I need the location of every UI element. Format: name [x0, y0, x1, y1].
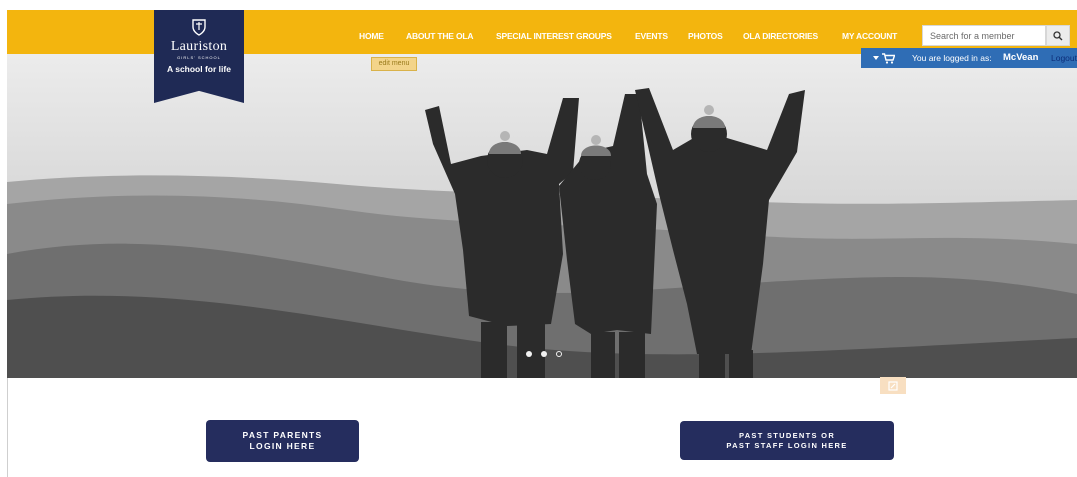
crest-icon — [192, 19, 206, 36]
search-button[interactable] — [1046, 25, 1070, 46]
cta-line: PAST PARENTS — [242, 430, 323, 440]
cta-line: PAST STUDENTS OR — [738, 430, 836, 440]
login-status-bar: You are logged in as: McVean Logout — [861, 48, 1077, 68]
slider-dot-2[interactable] — [541, 351, 547, 357]
page-left-border — [7, 378, 8, 477]
slider-dot-1[interactable] — [526, 351, 532, 357]
nav-item-home[interactable]: HOME — [359, 31, 384, 41]
past-parents-login-button[interactable]: PAST PARENTS LOGIN HERE — [206, 420, 359, 462]
logout-link[interactable]: Logout — [1051, 48, 1077, 68]
nav-item-photos[interactable]: PHOTOS — [688, 31, 723, 41]
cta-line: LOGIN HERE — [249, 441, 316, 451]
edit-menu-button[interactable]: edit menu — [371, 57, 417, 71]
school-logo[interactable]: Lauriston GIRLS' SCHOOL A school for lif… — [154, 10, 244, 103]
logged-in-label: You are logged in as: — [912, 53, 992, 63]
nav-item-directories[interactable]: OLA DIRECTORIES — [743, 31, 818, 41]
logged-in-username: McVean — [1003, 52, 1039, 63]
slider-pagination — [526, 351, 562, 357]
nav-item-events[interactable]: EVENTS — [635, 31, 668, 41]
caret-down-icon — [873, 56, 879, 60]
logo-subtitle: GIRLS' SCHOOL — [177, 55, 221, 60]
hero-slider-image — [7, 54, 1077, 378]
edit-icon — [888, 380, 898, 391]
member-search-input[interactable] — [923, 26, 1045, 45]
logo-name: Lauriston — [170, 39, 228, 54]
member-search — [922, 25, 1046, 46]
nav-item-special-interest-groups[interactable]: SPECIAL INTEREST GROUPS — [496, 31, 612, 41]
edit-section-button[interactable] — [880, 377, 906, 394]
nav-item-my-account[interactable]: MY ACCOUNT — [842, 31, 897, 41]
cta-line: PAST STAFF LOGIN HERE — [726, 440, 848, 450]
cart-dropdown[interactable] — [873, 48, 895, 68]
nav-item-about[interactable]: ABOUT THE OLA — [406, 31, 473, 41]
logo-tagline: A school for life — [167, 64, 231, 74]
past-students-staff-login-button[interactable]: PAST STUDENTS OR PAST STAFF LOGIN HERE — [680, 421, 894, 460]
search-icon — [1053, 30, 1063, 40]
slider-dot-3[interactable] — [556, 351, 562, 357]
cart-icon — [882, 52, 895, 64]
